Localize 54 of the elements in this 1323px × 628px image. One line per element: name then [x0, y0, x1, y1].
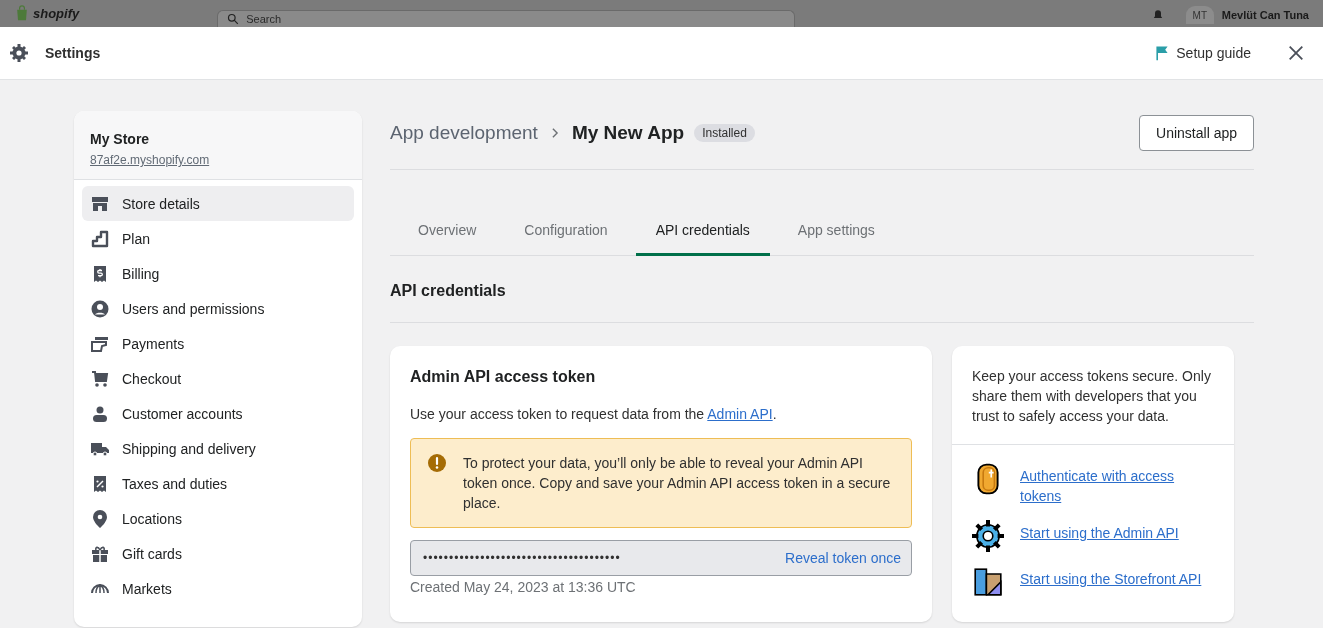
- store-name: My Store: [90, 131, 151, 147]
- settings-icon: [9, 43, 29, 63]
- description-text: Use your access token to request data from the Admin API.: [410, 406, 778, 422]
- setup-guide-button[interactable]: Setup guide: [1154, 45, 1251, 61]
- shopping-bag-icon: [14, 5, 30, 21]
- sidebar-item[interactable]: Markets: [82, 571, 354, 606]
- resource-link[interactable]: Start using the Admin API: [1020, 520, 1179, 543]
- sidebar-item[interactable]: Taxes and duties: [82, 466, 354, 501]
- token-field[interactable]: •••••••••••••••••••••••••••••••••••••• Reveal token once: [410, 540, 912, 576]
- masked-token: ••••••••••••••••••••••••••••••••••••••: [423, 551, 621, 565]
- created-date: Created May 24, 2023 at 13:36 UTC: [410, 579, 637, 595]
- search-icon: [227, 13, 240, 25]
- sidebar-item[interactable]: Payments: [82, 326, 354, 361]
- sidebar-item[interactable]: Billing: [82, 256, 354, 291]
- resource-link[interactable]: Authenticate with access tokens: [1020, 463, 1214, 506]
- tip-text: Keep your access tokens secure. Only share them with developers that you trust to safely access your data.: [952, 346, 1234, 445]
- store-url-link[interactable]: 87af2e.myshopify.com: [90, 153, 210, 167]
- section-title: API credentials: [390, 256, 1254, 323]
- bell-icon: [1151, 9, 1164, 21]
- card-title: Admin API access token: [410, 368, 597, 386]
- sidebar-item[interactable]: Store details: [82, 186, 354, 221]
- sidebar-item[interactable]: Checkout: [82, 361, 354, 396]
- sidebar-item[interactable]: Gift cards: [82, 536, 354, 571]
- avatar[interactable]: MT: [1185, 6, 1214, 24]
- warning-text: To protect your data, you’ll only be able to reveal your Admin API token once. Copy and save your Admin API access token in a secure place.: [463, 454, 892, 513]
- tab[interactable]: Configuration: [504, 210, 628, 256]
- status-badge: Installed: [694, 124, 755, 142]
- alert-icon: [427, 453, 447, 473]
- tab[interactable]: Overview: [398, 210, 497, 256]
- location-pin-icon: [90, 508, 110, 529]
- close-icon: [1287, 44, 1305, 62]
- sidebar-item[interactable]: Customer accounts: [82, 396, 354, 431]
- gear-icon: [972, 520, 1004, 552]
- sidebar-item[interactable]: Plan: [82, 221, 354, 256]
- cart-icon: [90, 368, 110, 389]
- reveal-token-link[interactable]: Reveal token once: [785, 550, 901, 566]
- tab[interactable]: API credentials: [635, 210, 770, 256]
- page-title: My New App: [571, 122, 685, 144]
- sidebar-item[interactable]: Shipping and delivery: [82, 431, 354, 466]
- breadcrumb-link[interactable]: App development: [390, 122, 538, 144]
- user-circle-icon: [90, 298, 110, 319]
- window-title: Settings: [45, 45, 101, 61]
- tab[interactable]: App settings: [777, 210, 895, 256]
- uninstall-app-button[interactable]: Uninstall app: [1139, 115, 1254, 151]
- resource-link[interactable]: Start using the Storefront API: [1020, 566, 1202, 589]
- user-name: Mevlüt Can Tuna: [1221, 9, 1309, 21]
- admin-api-link[interactable]: Admin API: [707, 406, 773, 422]
- sidebar-item[interactable]: Locations: [82, 501, 354, 536]
- blocks-icon: [972, 566, 1004, 598]
- logo-text: shopify: [33, 5, 80, 21]
- steps-icon: [90, 228, 110, 249]
- search-field[interactable]: Search: [217, 10, 796, 27]
- close-button[interactable]: [1287, 44, 1305, 62]
- sidebar-item[interactable]: Users and permissions: [82, 291, 354, 326]
